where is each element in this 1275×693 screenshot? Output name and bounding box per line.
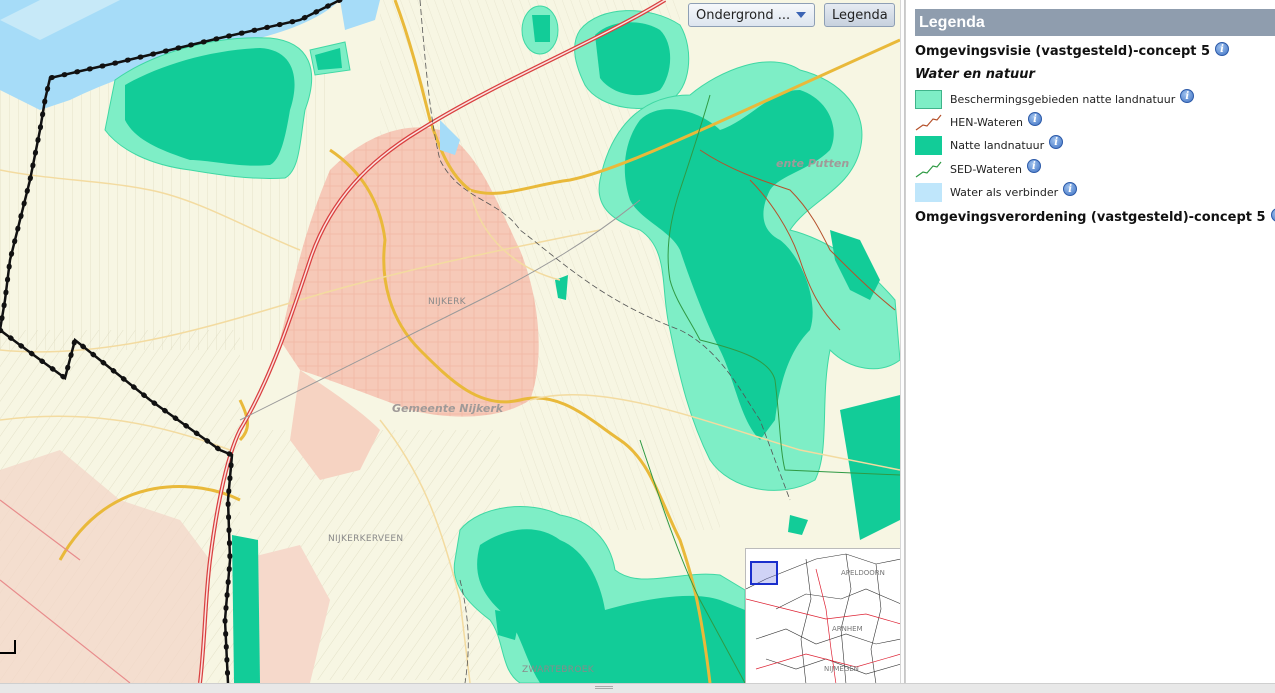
overview-label-arnhem: ARNHEM — [832, 625, 863, 633]
scale-bar — [0, 640, 16, 654]
legend-panel: Legenda Omgevingsvisie (vastgesteld)-con… — [905, 0, 1275, 683]
legend-item-label: Natte landnatuur — [950, 138, 1045, 152]
basemap-dropdown-label: Ondergrond ... — [696, 7, 791, 23]
legend-item-label: SED-Wateren — [950, 162, 1022, 176]
legend-section-omgevingsvisie-label: Omgevingsvisie (vastgesteld)-concept 5 — [915, 44, 1211, 59]
basemap-dropdown[interactable]: Ondergrond ... — [688, 3, 815, 27]
legend-item-label: HEN-Wateren — [950, 115, 1023, 129]
legend-item-beschermingsgebieden: Beschermingsgebieden natte landnatuur i — [915, 88, 1195, 110]
legend-item-label: Beschermingsgebieden natte landnatuur — [950, 92, 1176, 106]
municipality-label-putten: ente Putten — [776, 157, 850, 170]
legend-item-hen-wateren: HEN-Wateren i — [915, 111, 1042, 133]
overview-map[interactable]: APELDOORN ARNHEM NIJMEGEN — [745, 548, 900, 683]
info-icon[interactable]: i — [1215, 41, 1230, 56]
status-bar — [0, 683, 1275, 693]
info-icon[interactable]: i — [1049, 135, 1064, 149]
brown-line-swatch — [915, 114, 942, 130]
legend-toggle-button[interactable]: Legenda — [824, 3, 895, 27]
overview-label-nijmegen: NIJMEGEN — [824, 665, 859, 673]
legend-item-sed-wateren: SED-Wateren i — [915, 158, 1041, 180]
light-blue-fill-swatch — [915, 182, 942, 202]
info-icon[interactable]: i — [1270, 207, 1275, 222]
map-view[interactable]: NIJKERK Gemeente Nijkerk ente Putten NIJ… — [0, 0, 900, 683]
info-icon[interactable]: i — [1063, 182, 1078, 196]
legend-title: Legenda — [915, 9, 1275, 36]
overview-extent-box[interactable] — [750, 561, 778, 585]
place-label-nijkerk: NIJKERK — [428, 297, 466, 307]
legend-section-omgevingsvisie: Omgevingsvisie (vastgesteld)-concept 5 i — [915, 41, 1230, 59]
info-icon[interactable]: i — [1180, 89, 1195, 103]
municipality-label-nijkerk: Gemeente Nijkerk — [392, 402, 504, 415]
light-green-fill-swatch — [915, 89, 942, 109]
dark-green-fill-swatch — [915, 135, 942, 155]
green-line-swatch — [915, 161, 942, 177]
legend-item-natte-landnatuur: Natte landnatuur i — [915, 134, 1064, 156]
legend-item-water-als-verbinder: Water als verbinder i — [915, 181, 1078, 203]
overview-label-apeldoorn: APELDOORN — [841, 569, 885, 577]
info-icon[interactable]: i — [1026, 159, 1041, 173]
legend-section-omgevingsverordening-label: Omgevingsverordening (vastgesteld)-conce… — [915, 210, 1266, 225]
place-label-zwartebroek: ZWARTEBROEK — [522, 665, 594, 675]
place-label-nijkerkerveen: NIJKERKERVEEN — [328, 534, 404, 544]
legend-item-label: Water als verbinder — [950, 185, 1059, 199]
splitter-handle[interactable] — [595, 686, 613, 689]
legend-subsection-water-en-natuur: Water en natuur — [915, 67, 1035, 82]
chevron-down-icon — [796, 12, 807, 18]
map-toolbar: Ondergrond ... Legenda — [688, 3, 895, 27]
info-icon[interactable]: i — [1028, 112, 1042, 126]
legend-section-omgevingsverordening: Omgevingsverordening (vastgesteld)-conce… — [915, 207, 1275, 225]
